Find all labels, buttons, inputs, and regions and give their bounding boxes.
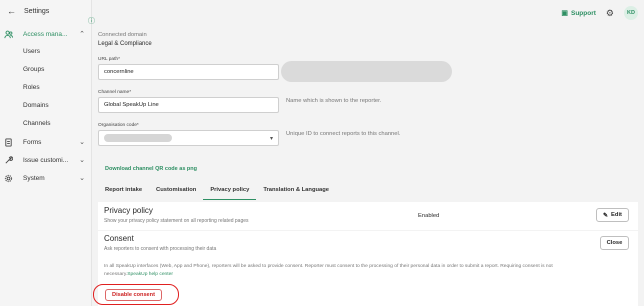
org-code-label: Organisation code* [98, 123, 139, 128]
pencil-icon: ✎ [603, 212, 609, 219]
sidebar-item-label: Access mana... [23, 30, 68, 38]
privacy-policy-card: Privacy policy Show your privacy policy … [98, 202, 638, 230]
connected-domain-label: Connected domain [98, 32, 147, 38]
sidebar-item-issue-customization[interactable]: Issue customi... ⌄ [0, 153, 92, 167]
consent-body-line2: necessary.SpeakUp help center [104, 272, 173, 277]
arrow-left-icon: ← [7, 6, 16, 16]
back-to-settings[interactable]: ← Settings [7, 6, 49, 16]
edit-privacy-button[interactable]: ✎ Edit [596, 208, 629, 222]
sidebar-item-access-management[interactable]: Access mana... ⌃ [0, 27, 92, 41]
tab-report-intake[interactable]: Report intake [98, 183, 149, 200]
channel-name-help: Name which is shown to the reporter. [286, 98, 382, 104]
chevron-up-icon: ⌃ [79, 31, 85, 38]
channel-name-label: Channel name* [98, 90, 132, 95]
sidebar-item-groups[interactable]: Groups [23, 66, 44, 73]
consent-body-line1: In all SpeakUp interfaces (Web, App and … [104, 264, 553, 269]
sidebar-item-channels[interactable]: Channels [23, 120, 50, 127]
sidebar: ← Settings Access mana... ⌃ Users Groups… [0, 0, 92, 306]
consent-description: Ask reporters to consent with processing… [104, 246, 217, 252]
tab-customisation[interactable]: Customisation [149, 183, 203, 200]
download-qr-link[interactable]: Download channel QR code as png [105, 166, 197, 172]
close-consent-button[interactable]: Close [600, 236, 629, 250]
url-path-label: URL path* [98, 57, 120, 62]
sidebar-item-roles[interactable]: Roles [23, 84, 40, 91]
help-center-link[interactable]: SpeakUp help center [127, 272, 173, 277]
info-icon: ⓘ [88, 18, 95, 25]
consent-title: Consent [104, 234, 134, 243]
tab-translation-language[interactable]: Translation & Language [256, 183, 336, 200]
tab-privacy-policy[interactable]: Privacy policy [203, 183, 257, 200]
privacy-policy-description: Show your privacy policy statement on al… [104, 218, 249, 224]
chevron-down-icon: ⌄ [79, 157, 85, 164]
sidebar-item-forms[interactable]: Forms ⌄ [0, 135, 92, 149]
url-preview-placeholder [281, 61, 452, 82]
sidebar-item-label: Issue customi... [23, 156, 69, 164]
tab-bar: Report intake Customisation Privacy poli… [98, 183, 336, 200]
channel-name-input[interactable]: Global SpeakUp Line [98, 97, 279, 113]
chevron-down-icon: ⌄ [79, 175, 85, 182]
connected-domain-value: Legal & Compliance [98, 41, 152, 47]
settings-title: Settings [24, 7, 50, 15]
sidebar-item-label: Forms [23, 138, 42, 146]
highlight-annotation [93, 284, 179, 305]
users-icon [4, 30, 13, 39]
org-code-help: Unique ID to connect reports to this cha… [286, 131, 401, 137]
privacy-policy-status: Enabled [418, 213, 440, 219]
chevron-down-icon: ⌄ [79, 139, 85, 146]
main-content: ⓘ Connected domain Legal & Compliance UR… [88, 0, 644, 306]
sidebar-item-domains[interactable]: Domains [23, 102, 49, 109]
gear-icon [4, 174, 13, 183]
document-icon [4, 137, 13, 147]
consent-body-prefix: necessary. [104, 272, 128, 277]
org-code-select[interactable]: ▾ [98, 130, 279, 146]
org-code-value-placeholder [104, 134, 172, 142]
edit-label: Edit [611, 212, 622, 218]
sidebar-item-users[interactable]: Users [23, 48, 40, 55]
wrench-icon [4, 155, 14, 165]
sidebar-item-label: System [23, 174, 45, 182]
consent-card: Consent Ask reporters to consent with pr… [98, 231, 638, 306]
privacy-policy-title: Privacy policy [104, 206, 153, 215]
sidebar-item-system[interactable]: System ⌄ [0, 171, 92, 185]
chevron-down-icon: ▾ [269, 135, 273, 142]
url-path-input[interactable]: concernline [98, 64, 279, 80]
